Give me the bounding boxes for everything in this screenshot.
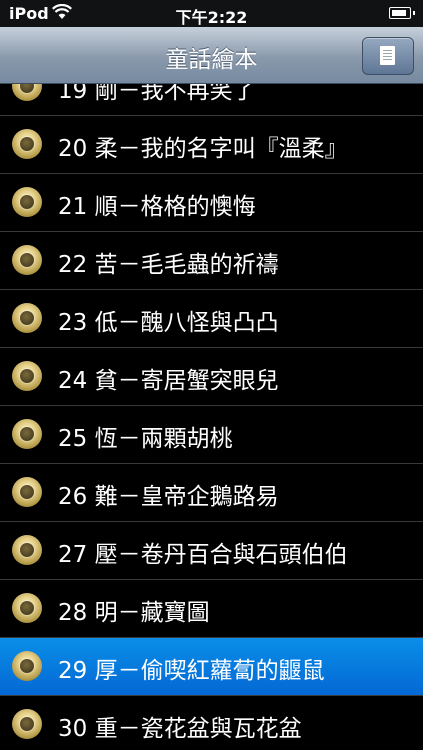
gold-circle-bullet-icon: [12, 593, 42, 623]
list-item-label: 25 恆－兩顆胡桃: [58, 426, 233, 452]
gold-circle-bullet-icon: [12, 651, 42, 681]
document-icon: [380, 46, 395, 65]
list-item[interactable]: 19 剛－我不再笑了: [0, 84, 423, 116]
list-item-label: 28 明－藏寶圖: [58, 600, 210, 626]
list-item-label: 21 順－格格的懊悔: [58, 194, 256, 220]
list-item[interactable]: 24 貧－寄居蟹突眼兒: [0, 348, 423, 406]
gold-circle-bullet-icon: [12, 419, 42, 449]
gold-circle-bullet-icon: [12, 84, 42, 101]
list-item[interactable]: 28 明－藏寶圖: [0, 580, 423, 638]
list-item-label: 30 重－瓷花盆與瓦花盆: [58, 716, 302, 742]
gold-circle-bullet-icon: [12, 129, 42, 159]
gold-circle-bullet-icon: [12, 535, 42, 565]
list-item[interactable]: 26 難－皇帝企鵝路易: [0, 464, 423, 522]
battery-icon: [389, 7, 415, 19]
page-title: 童話繪本: [165, 47, 258, 73]
list-item[interactable]: 22 苦－毛毛蟲的祈禱: [0, 232, 423, 290]
list-item-label: 20 柔－我的名字叫『溫柔』: [58, 136, 348, 162]
list-item-label: 26 難－皇帝企鵝路易: [58, 484, 279, 510]
list-item-label: 24 貧－寄居蟹突眼兒: [58, 368, 279, 394]
gold-circle-bullet-icon: [12, 361, 42, 391]
list-item-label: 22 苦－毛毛蟲的祈禱: [58, 252, 279, 278]
list-item[interactable]: 25 恆－兩顆胡桃: [0, 406, 423, 464]
list-item[interactable]: 23 低－醜八怪與凸凸: [0, 290, 423, 348]
list-item-label: 27 壓－卷丹百合與石頭伯伯: [58, 542, 348, 568]
list-item-label: 23 低－醜八怪與凸凸: [58, 310, 279, 336]
list-item[interactable]: 21 順－格格的懊悔: [0, 174, 423, 232]
list-item-label: 29 厚－偷喫紅蘿蔔的鼴鼠: [58, 658, 325, 684]
list-item[interactable]: 30 重－瓷花盆與瓦花盆: [0, 696, 423, 750]
gold-circle-bullet-icon: [12, 477, 42, 507]
gold-circle-bullet-icon: [12, 187, 42, 217]
document-button[interactable]: [362, 37, 414, 75]
status-bar: iPod 下午2:22: [0, 0, 423, 27]
list-item[interactable]: 27 壓－卷丹百合與石頭伯伯: [0, 522, 423, 580]
gold-circle-bullet-icon: [12, 245, 42, 275]
story-list[interactable]: 19 剛－我不再笑了 20 柔－我的名字叫『溫柔』 21 順－格格的懊悔 22 苦－毛…: [0, 84, 423, 750]
status-time: 下午2:22: [175, 8, 248, 27]
gold-circle-bullet-icon: [12, 303, 42, 333]
navigation-bar: 童話繪本: [0, 27, 423, 84]
gold-circle-bullet-icon: [12, 709, 42, 739]
list-item-label: 19 剛－我不再笑了: [58, 84, 256, 104]
list-item[interactable]: 20 柔－我的名字叫『溫柔』: [0, 116, 423, 174]
list-item-selected[interactable]: 29 厚－偷喫紅蘿蔔的鼴鼠: [0, 638, 423, 696]
